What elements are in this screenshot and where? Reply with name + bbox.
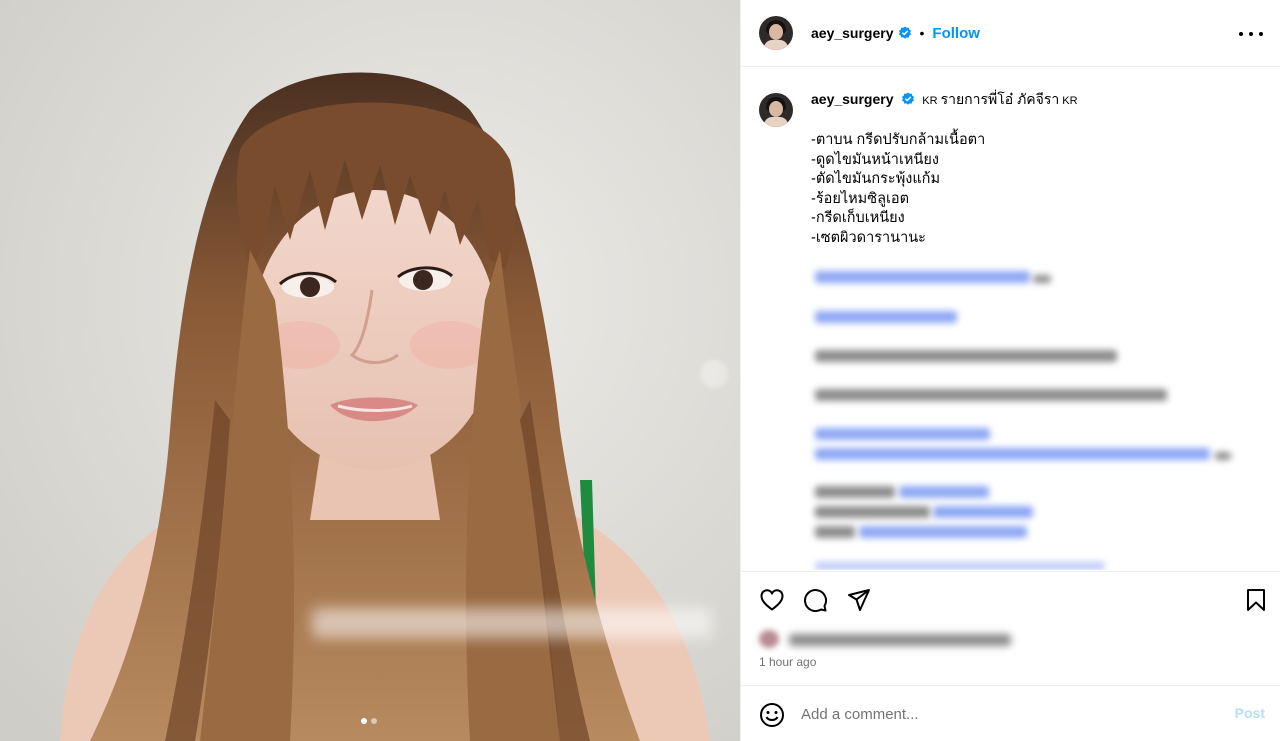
follow-button[interactable]: Follow (932, 25, 980, 42)
blurred-mention (815, 448, 1210, 460)
blurred-text (1033, 275, 1051, 283)
flag-emoji-kr: KR (922, 95, 938, 107)
post-media[interactable] (0, 0, 740, 741)
blurred-text (1215, 452, 1231, 460)
carousel-dot-active (361, 718, 367, 724)
media-overlay-text (312, 608, 712, 638)
caption-username[interactable]: aey_surgery (811, 91, 894, 107)
post-timestamp: 1 hour ago (759, 655, 817, 669)
blurred-text (815, 526, 855, 538)
more-options-icon[interactable] (1239, 24, 1263, 44)
caption-line: -ร้อยไหมซิลูเอต (811, 190, 910, 207)
caption-avatar[interactable] (759, 93, 793, 127)
author-avatar[interactable] (759, 16, 793, 50)
author-username[interactable]: aey_surgery (811, 25, 894, 41)
liker-avatar (759, 630, 779, 648)
blurred-mention (933, 506, 1033, 518)
verified-badge-icon (902, 92, 915, 105)
comment-input[interactable] (801, 702, 1201, 726)
caption-line: -เซตผิวดารานานะ (811, 229, 926, 246)
post-actions (741, 571, 1280, 628)
flag-emoji-kr: KR (1062, 95, 1078, 107)
blurred-mention (859, 526, 1027, 538)
blurred-likes-text (789, 634, 1011, 646)
comment-bar: Post (741, 685, 1280, 741)
heart-icon[interactable] (759, 587, 785, 613)
separator-dot: • (919, 25, 925, 41)
blurred-mention (899, 486, 989, 498)
next-slide-icon[interactable] (700, 360, 728, 388)
blurred-text (815, 486, 895, 498)
post-details-panel: aey_surgery • Follow aey_surgery KR รายก… (740, 0, 1280, 741)
carousel-indicator (361, 718, 377, 724)
caption-scroll-area[interactable]: aey_surgery KR รายการพี่โอ๋ ภัคจีรา KR -ตา… (741, 68, 1280, 570)
likes-summary[interactable] (759, 630, 1011, 648)
post-comment-button[interactable]: Post (1235, 705, 1265, 721)
blurred-text (815, 389, 1167, 401)
blurred-text (815, 506, 930, 518)
caption-line: -ตาบน กรีดปรับกล้ามเนื้อตา (811, 132, 986, 148)
caption: aey_surgery KR รายการพี่โอ๋ ภัคจีรา KR -ตา… (759, 91, 1280, 248)
bookmark-icon[interactable] (1243, 587, 1269, 613)
caption-line: -ตัดไขมันกระพุ้งแก้ม (811, 171, 941, 187)
caption-title: รายการพี่โอ๋ ภัคจีรา (940, 91, 1060, 107)
blurred-mention (815, 562, 1105, 570)
blurred-mention (815, 428, 990, 440)
carousel-dot (371, 718, 377, 724)
caption-line: -ดูดไขมันหน้าเหนียง (811, 151, 939, 168)
emoji-icon[interactable] (759, 702, 785, 728)
caption-line: -กรีดเก็บเหนียง (811, 210, 905, 226)
blurred-mention (815, 271, 1030, 283)
blurred-mention (815, 311, 957, 323)
blurred-text (815, 350, 1117, 362)
verified-badge-icon (898, 26, 911, 39)
comment-icon[interactable] (802, 587, 828, 613)
share-icon[interactable] (846, 587, 872, 613)
post-header: aey_surgery • Follow (741, 0, 1280, 67)
caption-body: -ตาบน กรีดปรับกล้ามเนื้อตา -ดูดไขมันหน้า… (811, 131, 1280, 248)
